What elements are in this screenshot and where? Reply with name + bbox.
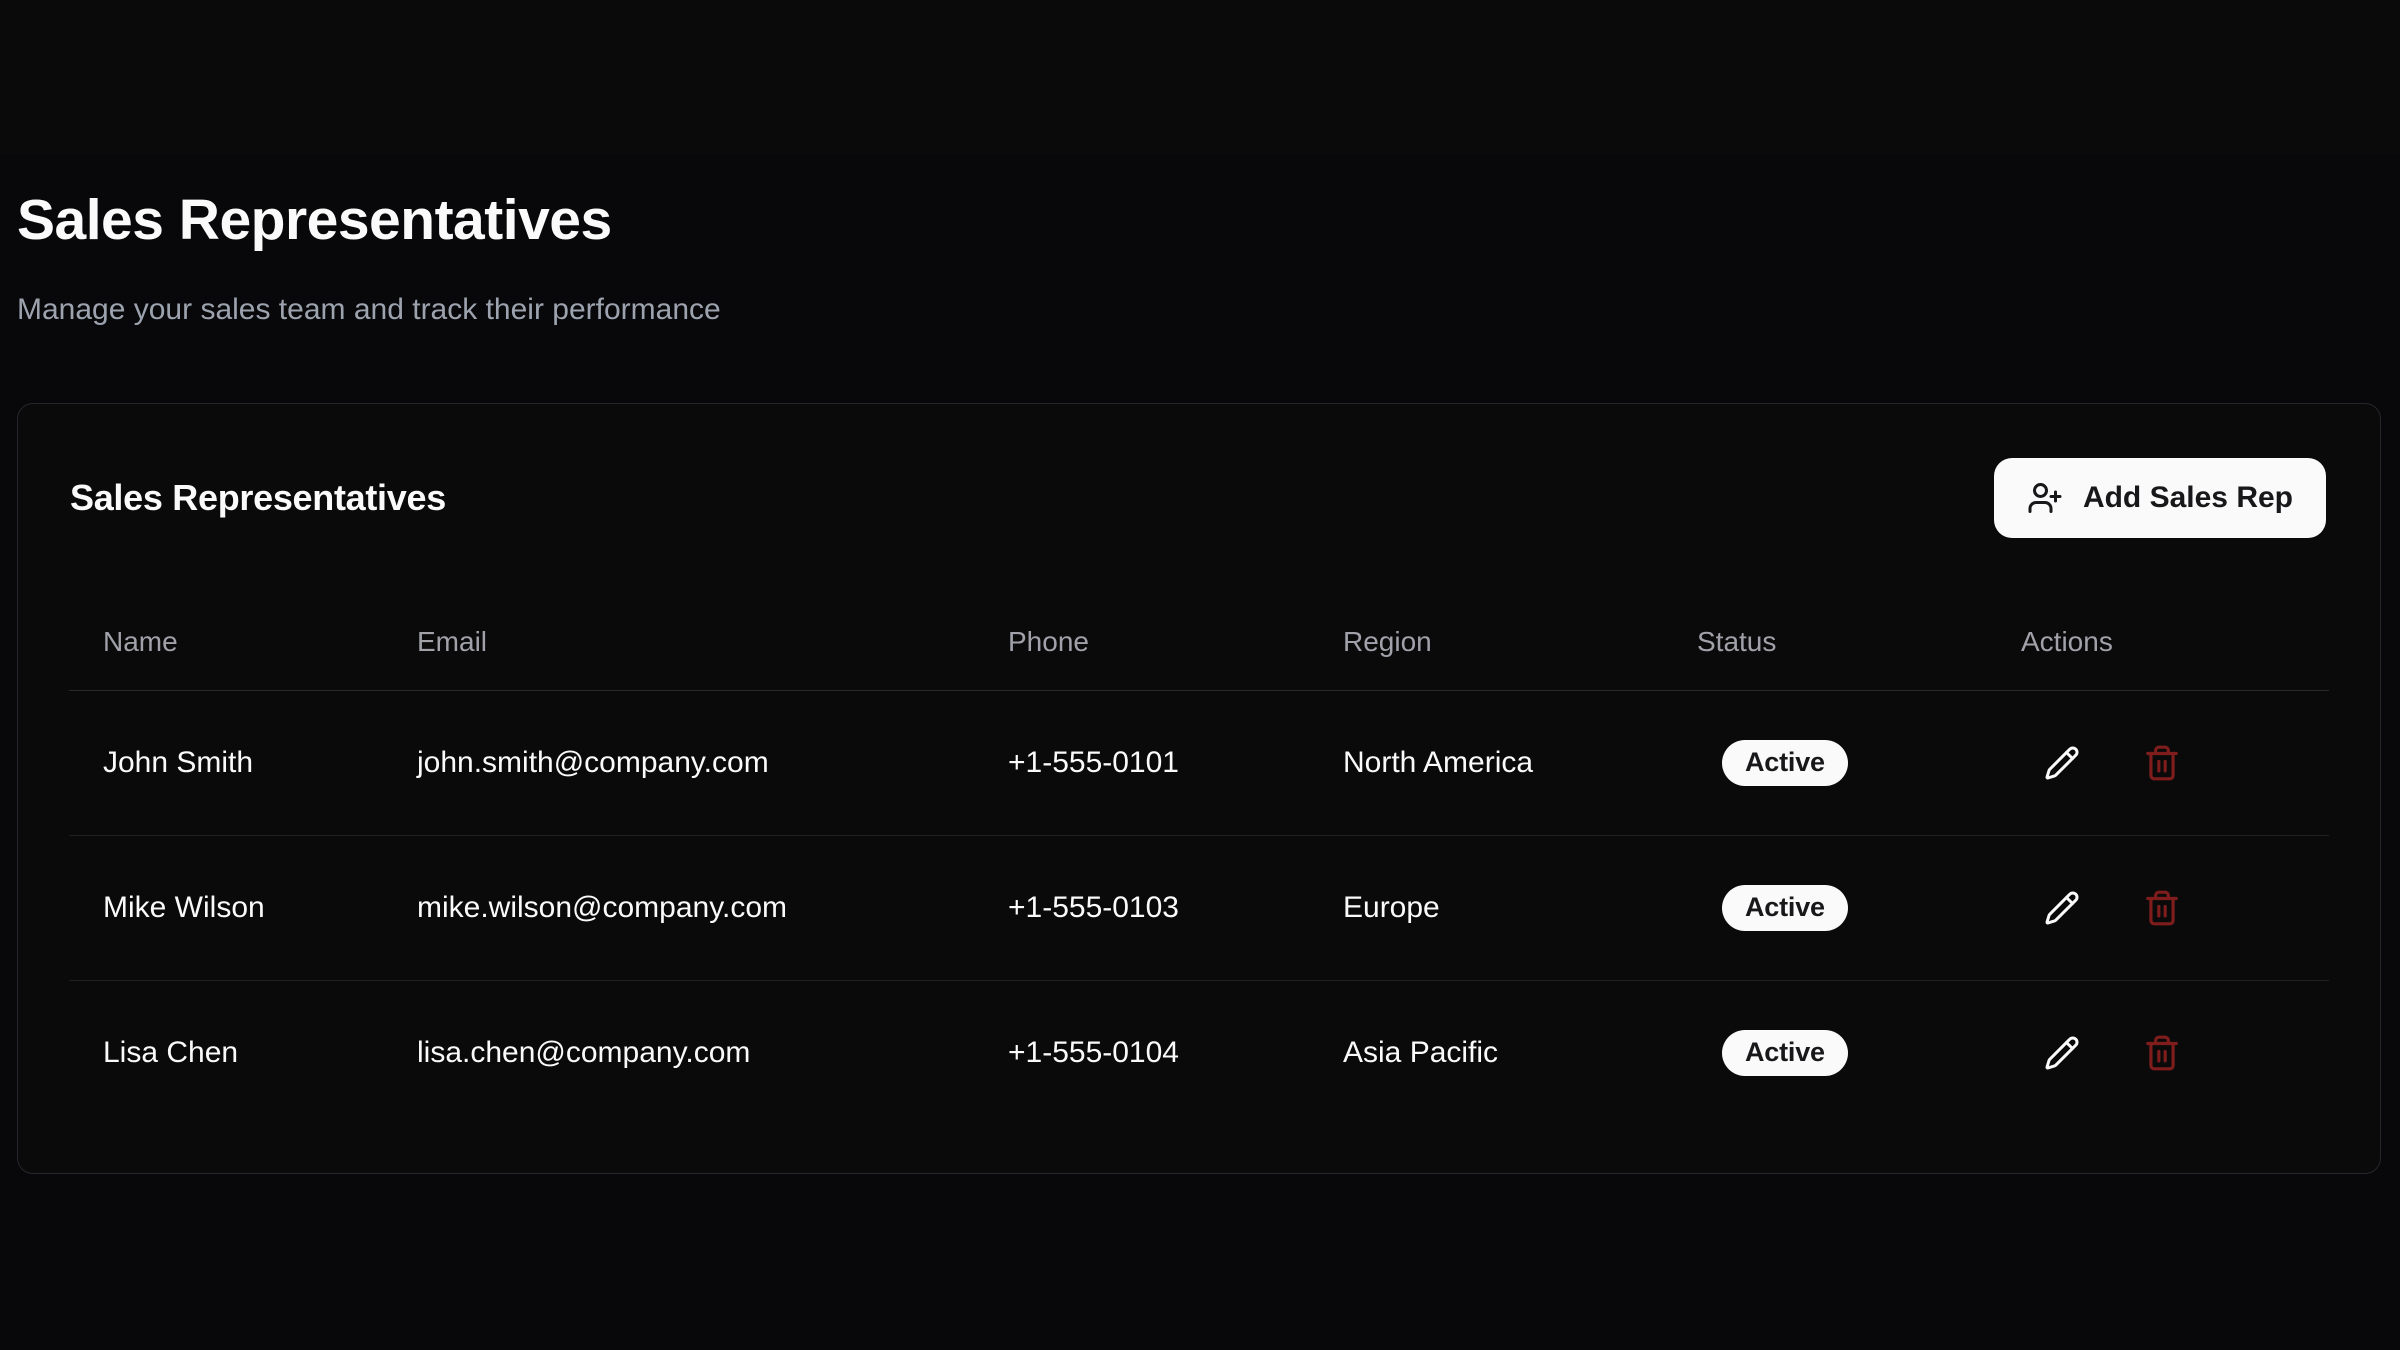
rep-region: Europe (1309, 835, 1663, 980)
add-sales-rep-label: Add Sales Rep (2083, 481, 2293, 515)
pencil-icon (2044, 1035, 2080, 1071)
user-plus-icon (2027, 480, 2063, 516)
add-sales-rep-button[interactable]: Add Sales Rep (1994, 458, 2326, 538)
delete-button[interactable] (2140, 886, 2184, 930)
rep-region: North America (1309, 690, 1663, 835)
edit-button[interactable] (2040, 741, 2084, 785)
sales-representatives-page: Sales Representatives Manage your sales … (0, 186, 2400, 1350)
status-badge: Active (1722, 1030, 1848, 1076)
edit-button[interactable] (2040, 1031, 2084, 1075)
column-header-status: Status (1663, 594, 1987, 690)
column-header-phone: Phone (974, 594, 1309, 690)
status-badge: Active (1722, 740, 1848, 786)
column-header-email: Email (383, 594, 974, 690)
pencil-icon (2044, 745, 2080, 781)
column-header-actions: Actions (1987, 594, 2329, 690)
trash-icon (2143, 889, 2181, 927)
table-row: John Smith john.smith@company.com +1-555… (69, 690, 2329, 835)
card-header: Sales Representatives Add Sales Rep (18, 404, 2380, 538)
table-row: Lisa Chen lisa.chen@company.com +1-555-0… (69, 980, 2329, 1125)
rep-region: Asia Pacific (1309, 980, 1663, 1125)
sales-reps-card: Sales Representatives Add Sales Rep (17, 403, 2381, 1174)
rep-phone: +1-555-0101 (974, 690, 1309, 835)
delete-button[interactable] (2140, 1031, 2184, 1075)
trash-icon (2143, 1034, 2181, 1072)
page-subtitle: Manage your sales team and track their p… (17, 288, 2381, 332)
delete-button[interactable] (2140, 741, 2184, 785)
column-header-name: Name (69, 594, 383, 690)
trash-icon (2143, 744, 2181, 782)
edit-button[interactable] (2040, 886, 2084, 930)
sales-reps-table: Name Email Phone Region Status Actions J… (69, 594, 2329, 1125)
rep-name: John Smith (69, 690, 383, 835)
page-title: Sales Representatives (17, 186, 2381, 254)
rep-phone: +1-555-0104 (974, 980, 1309, 1125)
rep-email: lisa.chen@company.com (383, 980, 974, 1125)
status-badge: Active (1722, 885, 1848, 931)
row-actions (2021, 1031, 2329, 1075)
row-actions (2021, 741, 2329, 785)
card-title: Sales Representatives (70, 476, 446, 520)
pencil-icon (2044, 890, 2080, 926)
table-row: Mike Wilson mike.wilson@company.com +1-5… (69, 835, 2329, 980)
row-actions (2021, 886, 2329, 930)
rep-name: Mike Wilson (69, 835, 383, 980)
rep-email: john.smith@company.com (383, 690, 974, 835)
rep-email: mike.wilson@company.com (383, 835, 974, 980)
rep-name: Lisa Chen (69, 980, 383, 1125)
column-header-region: Region (1309, 594, 1663, 690)
rep-phone: +1-555-0103 (974, 835, 1309, 980)
table-header-row: Name Email Phone Region Status Actions (69, 594, 2329, 690)
top-bar (0, 0, 2400, 154)
